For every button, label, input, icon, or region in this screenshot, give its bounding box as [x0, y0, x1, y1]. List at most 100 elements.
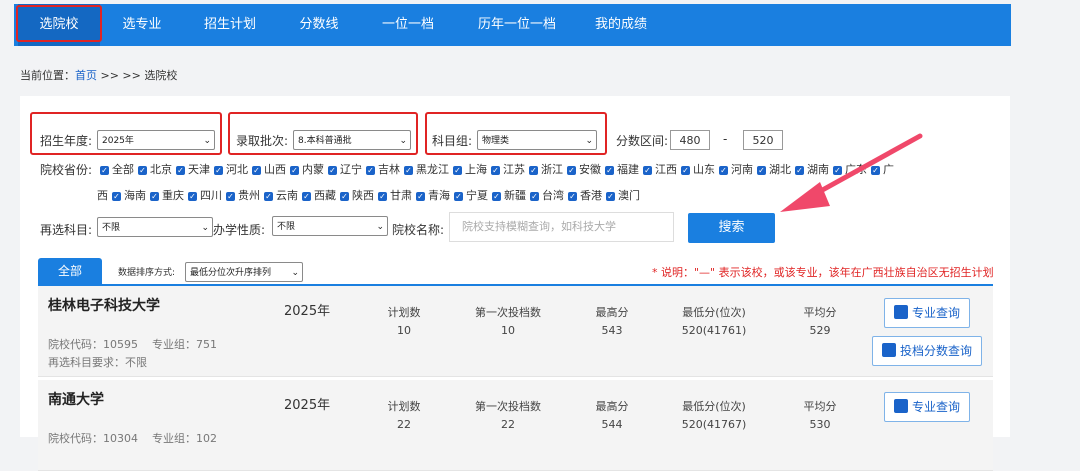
province-checkbox[interactable]: ✓ 甘肃 — [374, 189, 412, 202]
stat-first-label: 第一次投档数 — [475, 400, 541, 413]
province-checkbox[interactable]: ✓ 山西 — [248, 163, 286, 176]
chevron-down-icon: ⌄ — [291, 268, 299, 278]
checkbox-checked-icon: ✓ — [757, 165, 766, 175]
province-checkbox[interactable]: ✓ 江苏 — [487, 163, 525, 176]
school-name[interactable]: 桂林电子科技大学 — [48, 295, 160, 315]
province-label-text: 上海 — [465, 163, 487, 176]
province-checkbox[interactable]: ✓ 海南 — [108, 189, 146, 202]
province-checkbox[interactable]: 西 — [97, 189, 108, 202]
province-label-text: 青海 — [428, 189, 450, 202]
school-year: 2025年 — [284, 304, 331, 319]
tab-all[interactable]: 全部 — [38, 258, 102, 284]
province-label-text: 新疆 — [504, 189, 526, 202]
search-button[interactable]: 搜索 — [688, 213, 775, 243]
score-min-input[interactable]: 480 — [670, 130, 710, 150]
breadcrumb-home-link[interactable]: 首页 — [75, 69, 97, 82]
highlight-box-group — [425, 112, 607, 155]
stat-plan-label: 计划数 — [387, 400, 421, 413]
checkbox-checked-icon: ✓ — [719, 165, 728, 175]
province-checkbox[interactable]: ✓ 新疆 — [488, 189, 526, 202]
checkbox-checked-icon: ✓ — [302, 191, 311, 201]
chevron-down-icon: ⌄ — [376, 222, 384, 232]
nav-enroll-plan[interactable]: 招生计划 — [190, 4, 270, 46]
breadcrumb-separator: >> >> — [100, 69, 145, 82]
major-query-button[interactable]: 专业查询 — [884, 392, 970, 422]
checkbox-checked-icon: ✓ — [404, 165, 413, 175]
checkbox-checked-icon: ✓ — [681, 165, 690, 175]
province-checkbox[interactable]: ✓ 黑龙江 — [400, 163, 449, 176]
stat-plan-value: 22 — [397, 418, 411, 431]
major-query-button[interactable]: 专业查询 — [884, 298, 970, 328]
province-label-text: 宁夏 — [466, 189, 488, 202]
score-query-label: 投档分数查询 — [899, 344, 972, 358]
sort-select[interactable]: 最低分位次升序排列 ⌄ — [185, 262, 303, 282]
score-query-button[interactable]: 投档分数查询 — [872, 336, 982, 366]
checkbox-checked-icon: ✓ — [112, 191, 121, 201]
stat-first-label: 第一次投档数 — [475, 306, 541, 319]
nav-select-major[interactable]: 选专业 — [106, 4, 178, 46]
province-checkbox[interactable]: ✓ 安徽 — [563, 163, 601, 176]
school-name[interactable]: 南通大学 — [48, 389, 104, 409]
province-checkbox[interactable]: ✓ 江西 — [639, 163, 677, 176]
province-checkbox[interactable]: ✓ 山东 — [677, 163, 715, 176]
province-checkbox[interactable]: ✓ 天津 — [172, 163, 210, 176]
checkbox-checked-icon: ✓ — [491, 165, 500, 175]
checkbox-checked-icon: ✓ — [529, 165, 538, 175]
province-checkbox[interactable]: ✓ 青海 — [412, 189, 450, 202]
province-checkbox[interactable]: ✓ 香港 — [564, 189, 602, 202]
checkbox-checked-icon: ✓ — [453, 165, 462, 175]
nav-my-score[interactable]: 我的成绩 — [584, 4, 658, 46]
province-checkbox[interactable]: ✓ 西藏 — [298, 189, 336, 202]
province-label-text: 重庆 — [162, 189, 184, 202]
stat-avg-label: 平均分 — [803, 306, 837, 319]
province-checkbox[interactable]: ✓ 北京 — [134, 163, 172, 176]
province-checkbox[interactable]: ✓ 上海 — [449, 163, 487, 176]
province-label-text: 贵州 — [238, 189, 260, 202]
school-group-count: 专业组：751 — [152, 338, 217, 351]
province-label-text: 台湾 — [542, 189, 564, 202]
stat-first-value: 22 — [501, 418, 515, 431]
checkbox-checked-icon: ✓ — [643, 165, 652, 175]
nav-history-rank[interactable]: 历年一位一档 — [462, 4, 572, 46]
province-label-text: 西藏 — [314, 189, 336, 202]
no-plan-note: * 说明："—" 表示该校，或该专业，该年在广西壮族自治区无招生计划 — [652, 266, 994, 279]
province-checkbox[interactable]: ✓ 内蒙 — [286, 163, 324, 176]
province-checkbox[interactable]: ✓ 全部 — [96, 163, 134, 176]
breadcrumb-prefix: 当前位置： — [20, 69, 75, 82]
breadcrumb-current: 选院校 — [144, 69, 178, 82]
province-checkbox[interactable]: ✓ 重庆 — [146, 189, 184, 202]
school-code-text: 院校代码：10304 — [48, 432, 138, 445]
nav-rank-table[interactable]: 一位一档 — [366, 4, 450, 46]
province-label-text: 安徽 — [579, 163, 601, 176]
province-checkbox[interactable]: ✓ 浙江 — [525, 163, 563, 176]
nav-score-line[interactable]: 分数线 — [286, 4, 352, 46]
province-checkbox[interactable]: ✓ 福建 — [601, 163, 639, 176]
checkbox-checked-icon: ✓ — [264, 191, 273, 201]
nature-select[interactable]: 不限 ⌄ — [272, 216, 388, 236]
checkbox-checked-icon: ✓ — [100, 165, 109, 175]
province-checkbox[interactable]: ✓ 河南 — [715, 163, 753, 176]
province-checkbox[interactable]: ✓ 贵州 — [222, 189, 260, 202]
subject-select[interactable]: 不限 ⌄ — [97, 217, 213, 237]
province-label: 院校省份: — [40, 163, 93, 177]
province-checkbox[interactable]: ✓ 宁夏 — [450, 189, 488, 202]
province-checkbox[interactable]: ✓ 陕西 — [336, 189, 374, 202]
province-checkbox[interactable]: ✓ 辽宁 — [324, 163, 362, 176]
province-checkbox[interactable]: ✓ 河北 — [210, 163, 248, 176]
province-checkbox[interactable]: ✓ 台湾 — [526, 189, 564, 202]
province-checkbox[interactable]: ✓ 澳门 — [602, 189, 640, 202]
checkbox-checked-icon: ✓ — [530, 191, 539, 201]
score-range-dash: - — [723, 132, 728, 146]
province-checkbox[interactable]: ✓ 吉林 — [362, 163, 400, 176]
province-label-text: 内蒙 — [302, 163, 324, 176]
province-checkbox[interactable]: ✓ 四川 — [184, 189, 222, 202]
school-card: 桂林电子科技大学 院校代码：10595 专业组：751 再选科目要求：不限 20… — [38, 286, 993, 377]
checkbox-checked-icon: ✓ — [226, 191, 235, 201]
stat-plan-label: 计划数 — [387, 306, 421, 319]
checkbox-checked-icon: ✓ — [176, 165, 185, 175]
province-checkbox[interactable]: ✓ 云南 — [260, 189, 298, 202]
stat-min-value: 520(41761) — [681, 324, 747, 337]
school-name-input[interactable]: 院校支持模糊查询，如科技大学 — [449, 212, 674, 242]
province-row-2: 西 ✓ 海南 ✓ 重庆 ✓ 四川 ✓ 贵州 ✓ 云南 ✓ 西藏 ✓ 陕西 ✓ 甘肃 ✓ 青海 ✓ 宁夏 ✓ 新疆 ✓ 台湾 ✓ 香港… — [97, 187, 640, 203]
highlight-box-year — [30, 112, 222, 155]
